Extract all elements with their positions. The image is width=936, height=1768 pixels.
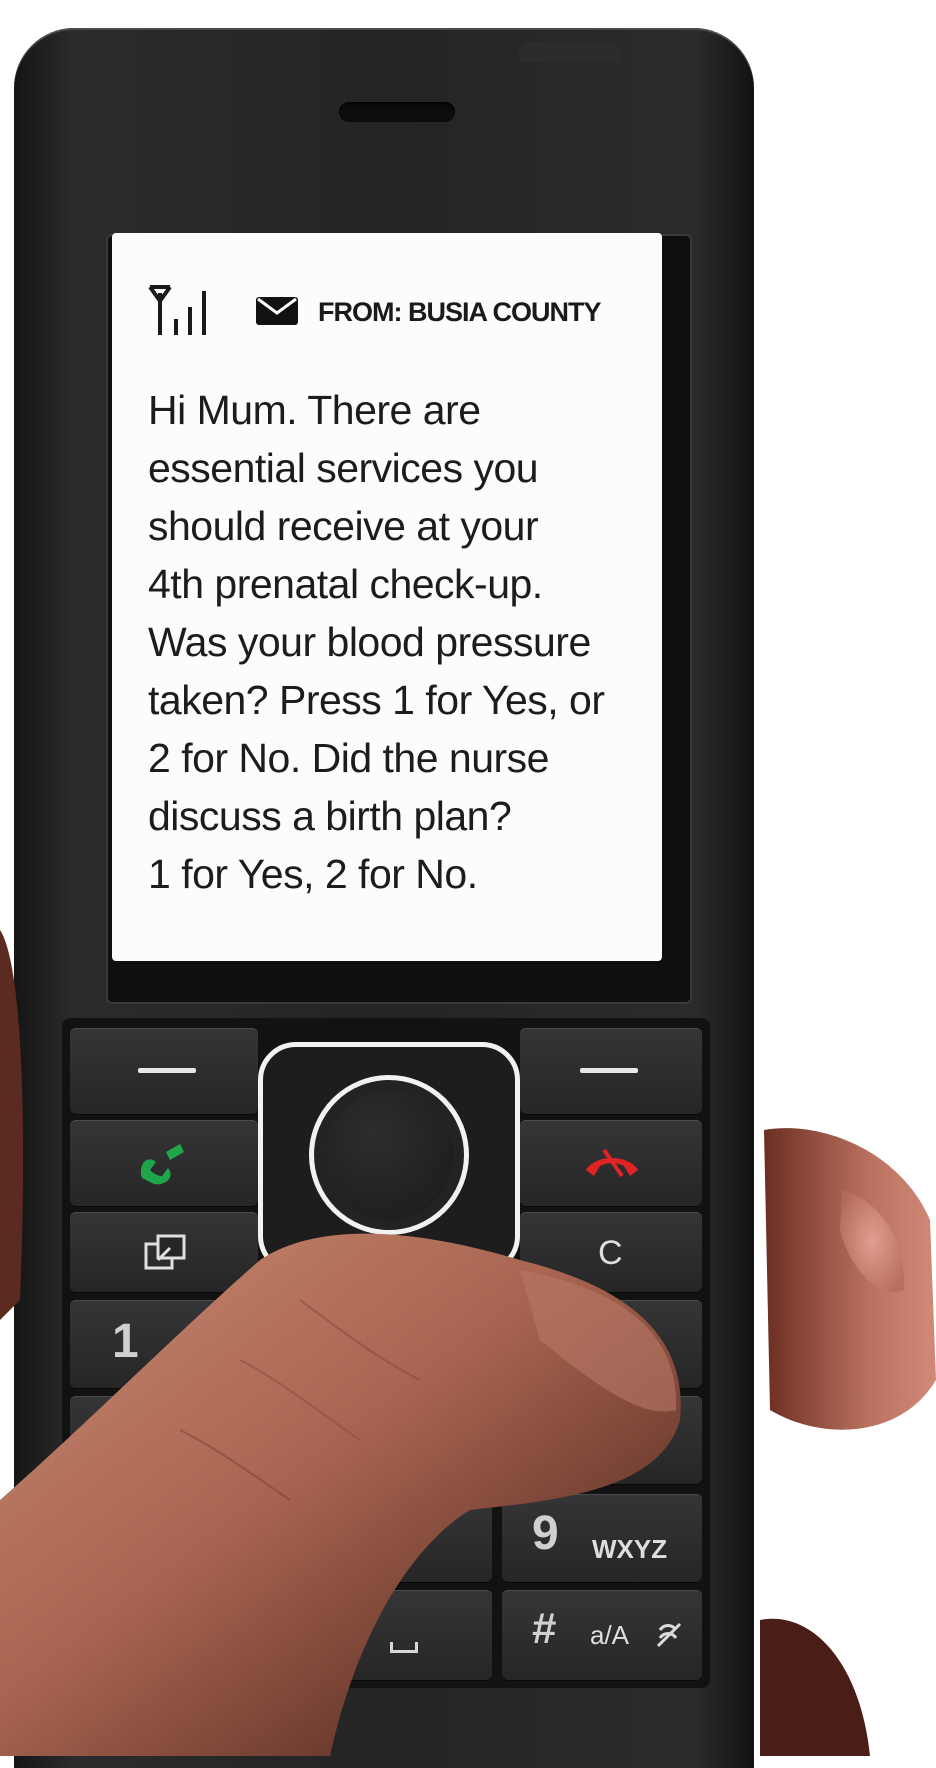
key-6[interactable]: 5 xyxy=(502,1396,702,1484)
key-6-partial-label: 5 xyxy=(632,1432,647,1462)
sms-message: Hi Mum. There are essential services you… xyxy=(148,381,648,903)
key-0[interactable] xyxy=(274,1590,492,1680)
message-line: discuss a birth plan? xyxy=(148,793,512,839)
message-line: 2 for No. Did the nurse xyxy=(148,735,549,781)
key-hash-symbol: # xyxy=(532,1604,557,1653)
left-soft-key-dash xyxy=(138,1068,196,1073)
key-hash-letters: a/A xyxy=(590,1620,630,1650)
call-key[interactable] xyxy=(70,1120,258,1206)
power-button[interactable] xyxy=(519,42,619,62)
clear-key[interactable]: C xyxy=(520,1212,702,1292)
key-9-letters: WXYZ xyxy=(592,1534,668,1564)
key-hash[interactable]: # a/A xyxy=(502,1590,702,1680)
navigation-pad[interactable] xyxy=(258,1042,520,1274)
call-icon xyxy=(140,1144,184,1185)
select-button-core xyxy=(324,1090,454,1220)
end-call-key[interactable] xyxy=(520,1120,702,1206)
signal-strength-icon xyxy=(148,285,206,335)
key-4[interactable] xyxy=(70,1396,266,1484)
space-symbol xyxy=(390,1642,418,1653)
message-line: 4th prenatal check-up. xyxy=(148,561,543,607)
keypad: C 1 5 9 WXYZ # a/A xyxy=(62,1018,710,1688)
silent-mode-icon xyxy=(656,1622,682,1648)
message-line: essential services you xyxy=(148,445,539,491)
key-9[interactable]: 9 WXYZ xyxy=(502,1494,702,1582)
key-1[interactable]: 1 xyxy=(70,1300,266,1388)
end-call-icon xyxy=(586,1148,638,1178)
message-line: Hi Mum. There are xyxy=(148,387,481,433)
key-8[interactable] xyxy=(274,1494,492,1582)
left-soft-key[interactable] xyxy=(70,1028,258,1114)
key-7[interactable] xyxy=(70,1494,266,1582)
select-button[interactable] xyxy=(309,1075,469,1235)
right-soft-key-dash xyxy=(580,1068,638,1073)
message-line: 1 for Yes, 2 for No. xyxy=(148,851,478,897)
phone-screen: FROM: BUSIA COUNTY Hi Mum. There are ess… xyxy=(112,233,662,961)
sender-label: FROM: BUSIA COUNTY xyxy=(318,297,601,327)
message-line: taken? Press 1 for Yes, or xyxy=(148,677,605,723)
right-soft-key[interactable] xyxy=(520,1028,702,1114)
earpiece-speaker xyxy=(339,102,455,122)
envelope-icon xyxy=(256,297,298,325)
key-star[interactable] xyxy=(70,1590,266,1680)
message-line: Was your blood pressure xyxy=(148,619,591,665)
key-1-digit: 1 xyxy=(112,1315,139,1368)
status-bar: FROM: BUSIA COUNTY xyxy=(146,283,646,337)
options-key[interactable] xyxy=(70,1212,258,1292)
clear-key-label: C xyxy=(598,1234,623,1272)
message-line: should receive at your xyxy=(148,503,539,549)
options-icon xyxy=(144,1234,186,1270)
key-9-digit: 9 xyxy=(532,1507,559,1560)
key-3[interactable] xyxy=(502,1300,702,1388)
